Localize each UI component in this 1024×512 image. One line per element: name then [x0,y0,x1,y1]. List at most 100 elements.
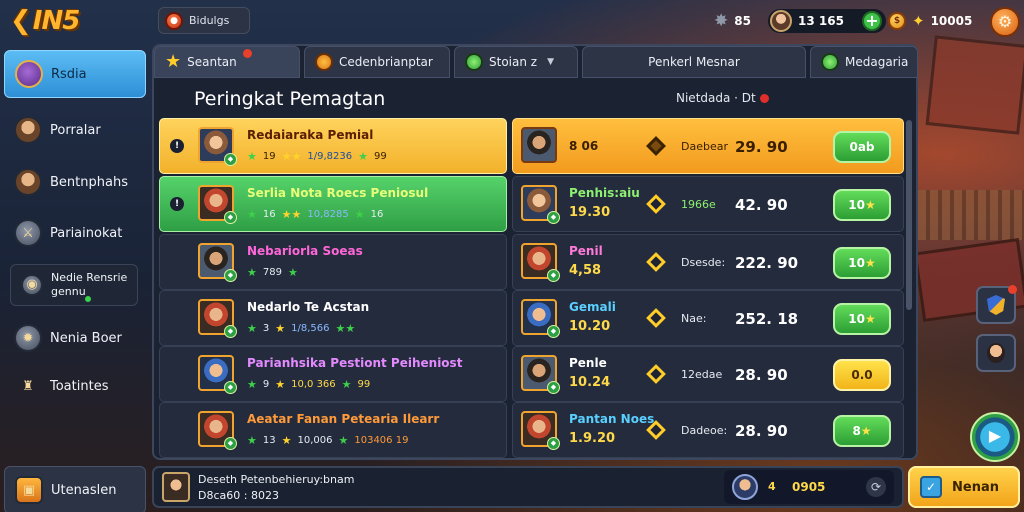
player-portrait: ◆ [521,355,560,394]
player-name: Parianhsika Pestiont Peiheniost [247,356,463,370]
sidebar-item-label: Rsdia [51,66,87,82]
info-icon[interactable]: ! [170,139,184,153]
player-badge-icon: ● [165,11,183,30]
check-icon: ✓ [920,476,942,498]
claim-button-label: 8 [852,424,861,438]
player-name: Nedarlo Te Acstan [247,300,370,314]
player-row-1[interactable]: ! ◆ Redaiaraka Pemial ★ 19 ★★ 1/9,8236 ★ 9… [159,118,507,174]
tab-seantan[interactable]: ★ Seantan [154,46,300,78]
action-button[interactable]: ✓ Nenan [908,466,1020,508]
add-gems-button[interactable]: + [862,11,882,31]
sidebar-item-label: Toatintes [50,378,109,394]
coin-count: 10005 [930,14,973,28]
reward-value: 4,58 [569,263,602,278]
tab-stoian[interactable]: Stoian z ▼ [454,46,578,78]
claim-button[interactable]: 8★ [833,415,891,447]
sidebar-item-porralar[interactable]: Porralar [4,106,146,154]
reward-row-4[interactable]: ◆ Gemali 10.20 Nae: 252. 18 10★ [512,290,904,346]
alert-dot [759,93,769,103]
reward-player-name: Gemali [569,300,616,314]
clan-button[interactable] [976,285,1017,324]
claim-button[interactable]: 10★ [833,247,891,279]
player-stats: ★ 9 ★ 10,0 366 ★ 99 [247,378,371,391]
reward-score: 29. 90 [735,138,788,156]
player-row-3[interactable]: ◆ Nebariorla Soeas ★ 789 ★ [159,234,507,290]
notification-badge [243,49,252,58]
reward-player-name: Penle [569,356,607,370]
reward-label: Dsesde: [681,256,726,269]
player-pill[interactable]: ● Bidulgs [158,7,250,34]
gear-icon: ✹ [14,324,42,352]
level-badge: ◆ [547,269,560,282]
claim-button[interactable]: 0.0 [833,359,891,391]
settings-button[interactable]: ⚙ [990,7,1020,37]
scrollbar[interactable] [906,120,912,310]
reward-label: Daebear [681,140,728,153]
level-badge: ◆ [224,211,237,224]
logo-text: IN5 [32,6,81,36]
coin-icon[interactable]: $ [888,12,906,30]
player-row-6[interactable]: ◆ Aeatar Fanan Petearia Ilearr ★ 13 ★ 10,… [159,402,507,458]
reward-row-1[interactable]: 8 06 Daebear 29. 90 0ab [512,118,904,174]
stat-power: 10,8285 [307,209,349,220]
tab-medagaria[interactable]: Medagaria [810,46,918,78]
my-rank-bar: Deseth Petenbehieruy:bnam D8ca60 : 8023 … [152,466,904,508]
player-row-2[interactable]: ! ◆ Serlia Nota Roecs Peniosul ★ 16 ★★ 10… [159,176,507,232]
sidebar-item-pariainokat[interactable]: ⚔ Pariainokat [4,209,146,257]
sidebar-item-nedie[interactable]: ◉ Nedie Rensrie gennu [10,264,138,306]
play-button[interactable]: ▶ [970,412,1020,462]
stat-level: 19 [262,151,276,162]
back-chevron-icon[interactable]: ❮ [10,6,32,36]
tab-label: Seantan [187,55,237,69]
player-portrait: ◆ [521,299,560,338]
sidebar-item-rsdia[interactable]: Rsdia [4,50,146,98]
game-logo[interactable]: ❮IN5 [10,6,96,38]
player-stats: ★ 16 ★★ 10,8285 ★ 16 [247,208,384,221]
sidebar-item-nenia-boer[interactable]: ✹ Nenia Boer [4,314,146,362]
info-icon[interactable]: ! [170,197,184,211]
reward-row-6[interactable]: ◆ Pantan Noes 1.9.20 Dadeoe: 28. 90 8★ [512,402,904,458]
tab-penkerl-mesnar[interactable]: Penkerl Mesnar [582,46,806,78]
player-name: Bidulgs [189,14,230,27]
player-portrait: ◆ [198,127,237,166]
reward-score: 28. 90 [735,366,788,384]
tab-label: Medagaria [845,55,909,69]
reward-row-5[interactable]: ◆ Penle 10.24 12edae 28. 90 0.0 [512,346,904,402]
player-portrait: ◆ [198,411,237,450]
level-badge: ◆ [224,437,237,450]
sidebar-item-bentnphahs[interactable]: Bentnphahs [4,158,146,206]
profile-avatar[interactable] [770,10,792,32]
sparkle-icon: ✦ [912,12,925,30]
panel-subtitle-text: Nietdada · Dt [676,91,756,105]
coin-counter: $ ✦ 10005 [888,9,982,33]
level-badge: ◆ [547,325,560,338]
player-row-4[interactable]: ◆ Nedarlo Te Acstan ★ 3 ★ 1/8,566 ★★ [159,290,507,346]
sidebar-bottom-button[interactable]: ▣ Utenaslen [4,466,146,512]
reward-label: 12edae [681,368,723,381]
friend-button[interactable] [976,334,1016,372]
claim-button[interactable]: 10★ [833,189,891,221]
reward-player-name: 8 06 [569,139,599,153]
sidebar-item-toatintes[interactable]: ♜ Toatintes [4,362,146,410]
claim-button[interactable]: 0ab [833,131,891,163]
claim-button[interactable]: 10★ [833,303,891,335]
reward-value: 19.30 [569,205,611,220]
player-row-5[interactable]: ◆ Parianhsika Pestiont Peiheniost ★ 9 ★ 1… [159,346,507,402]
tab-label: Penkerl Mesnar [648,55,740,69]
level-badge: ◆ [224,269,237,282]
reward-row-2[interactable]: ◆ Penhis:aiu 19.30 1966e 42. 90 10★ [512,176,904,232]
tab-cedenbrianptar[interactable]: Cedenbrianptar [304,46,450,78]
refresh-icon[interactable]: ⟳ [866,477,886,497]
stat-wins: 103406 19 [354,435,409,446]
level-badge: ◆ [224,153,237,166]
player-portrait: ◆ [198,185,237,224]
star-count: 85 [734,14,751,28]
my-rank-detail: D8ca60 : 8023 [198,489,279,502]
player-stats: ★ 13 ★ 10,006 ★ 103406 19 [247,434,409,447]
panel-title: Peringkat Pemagtan [194,88,386,110]
notification-dot [1008,285,1017,294]
reward-score: 222. 90 [735,254,799,272]
trophy-icon: ♜ [22,378,34,394]
reward-row-3[interactable]: ◆ Penil 4,58 Dsesde: 222. 90 10★ [512,234,904,290]
diamond-icon [646,308,666,328]
